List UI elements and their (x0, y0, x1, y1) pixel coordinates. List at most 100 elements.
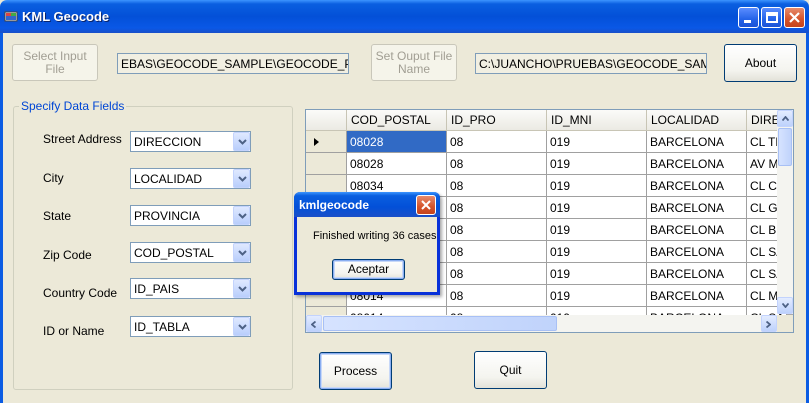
table-cell[interactable]: 08 (447, 153, 547, 175)
table-cell[interactable]: 019 (547, 197, 647, 219)
table-cell[interactable]: 08 (447, 285, 547, 307)
maximize-button[interactable] (761, 7, 782, 28)
table-cell[interactable]: 019 (547, 131, 647, 153)
dropdown-button[interactable] (233, 279, 250, 298)
message-dialog: kmlgeocode Finished writing 36 cases Ace… (294, 192, 440, 295)
minimize-button[interactable] (738, 7, 759, 28)
table-cell[interactable]: BARCELONA (647, 263, 747, 285)
table-cell[interactable]: BARCELONA (647, 175, 747, 197)
column-header[interactable]: ID_MNI (547, 110, 647, 131)
dialog-close-button[interactable] (416, 195, 436, 215)
scroll-left-button[interactable] (306, 315, 322, 332)
city-label: City (43, 171, 64, 185)
table-cell[interactable]: 019 (547, 175, 647, 197)
close-icon (789, 12, 800, 23)
dialog-title-bar[interactable]: kmlgeocode (294, 192, 440, 217)
chevron-up-icon (782, 116, 789, 121)
header-corner (306, 110, 347, 131)
table-cell[interactable]: BARCELONA (647, 241, 747, 263)
chevron-down-icon (238, 324, 247, 330)
table-cell[interactable]: BARCELONA (647, 285, 747, 307)
minimize-icon (744, 20, 751, 23)
app-icon (4, 11, 18, 22)
dropdown-button[interactable] (233, 206, 250, 225)
quit-button[interactable]: Quit (474, 351, 547, 389)
table-cell[interactable]: 08 (447, 131, 547, 153)
table-cell[interactable]: 08 (447, 241, 547, 263)
table-cell[interactable]: BARCELONA (647, 153, 747, 175)
group-title: Specify Data Fields (19, 99, 127, 113)
horizontal-scrollbar[interactable] (306, 315, 777, 332)
table-cell[interactable]: 08 (447, 197, 547, 219)
table-cell[interactable]: 019 (547, 285, 647, 307)
zip-code-label: Zip Code (43, 248, 92, 262)
table-cell[interactable]: 019 (547, 241, 647, 263)
title-bar[interactable]: KML Geocode (0, 0, 809, 33)
close-icon (421, 200, 431, 210)
dropdown-button[interactable] (233, 317, 250, 336)
row-header[interactable] (306, 131, 347, 153)
table-cell[interactable]: 08 (447, 175, 547, 197)
vertical-scrollbar[interactable] (777, 110, 793, 314)
column-header[interactable]: COD_POSTAL (347, 110, 447, 131)
grid-header: COD_POSTAL ID_PRO ID_MNI LOCALIDAD DIRE (306, 110, 787, 131)
table-row[interactable]: 08028 08 019 BARCELONA AV M (306, 153, 787, 175)
column-header[interactable]: ID_PRO (447, 110, 547, 131)
chevron-down-icon (782, 303, 789, 308)
table-row[interactable]: 08028 08 019 BARCELONA CL TR (306, 131, 787, 153)
street-address-label: Street Address (43, 132, 122, 146)
state-label: State (43, 209, 72, 223)
table-cell[interactable]: 08028 (347, 153, 447, 175)
id-or-name-combo[interactable]: ID_TABLA (130, 316, 251, 337)
table-cell[interactable]: 019 (547, 153, 647, 175)
table-cell[interactable]: BARCELONA (647, 219, 747, 241)
table-cell[interactable]: BARCELONA (647, 131, 747, 153)
process-button[interactable]: Process (319, 352, 392, 390)
street-address-combo[interactable]: DIRECCION (130, 131, 251, 152)
table-cell[interactable]: 08028 (347, 131, 447, 153)
input-file-path: EBAS\GEOCODE_SAMPLE\GEOCODE_P.xls (117, 53, 349, 74)
country-code-combo[interactable]: ID_PAIS (130, 278, 251, 299)
chevron-down-icon (238, 250, 247, 256)
chevron-right-icon (766, 321, 771, 328)
table-cell[interactable]: 08 (447, 263, 547, 285)
about-button[interactable]: About (724, 44, 797, 82)
maximize-icon (766, 12, 778, 23)
horizontal-scroll-thumb[interactable] (323, 316, 557, 331)
window-title: KML Geocode (22, 9, 110, 24)
table-cell[interactable]: 08 (447, 219, 547, 241)
city-combo[interactable]: LOCALIDAD (130, 168, 251, 189)
dropdown-button[interactable] (233, 132, 250, 151)
row-header[interactable] (306, 153, 347, 175)
current-row-icon (314, 138, 319, 146)
chevron-down-icon (238, 286, 247, 292)
table-cell[interactable]: BARCELONA (647, 197, 747, 219)
select-input-file-button[interactable]: Select Input File (12, 44, 98, 81)
dropdown-button[interactable] (233, 169, 250, 188)
scroll-down-button[interactable] (777, 297, 793, 314)
table-cell[interactable]: 019 (547, 263, 647, 285)
combo-value: ID_PAIS (134, 282, 180, 296)
close-button[interactable] (784, 7, 805, 28)
state-combo[interactable]: PROVINCIA (130, 205, 251, 226)
zip-code-combo[interactable]: COD_POSTAL (130, 242, 251, 263)
table-cell[interactable]: 019 (547, 219, 647, 241)
column-header[interactable]: LOCALIDAD (647, 110, 747, 131)
combo-value: COD_POSTAL (134, 246, 214, 260)
scroll-right-button[interactable] (761, 315, 777, 332)
ok-button[interactable]: Aceptar (332, 259, 405, 280)
combo-value: ID_TABLA (134, 320, 190, 334)
combo-value: LOCALIDAD (134, 172, 203, 186)
combo-value: DIRECCION (134, 135, 202, 149)
dropdown-button[interactable] (233, 243, 250, 262)
scrollbar-corner (777, 315, 793, 332)
vertical-scroll-thumb[interactable] (778, 128, 792, 166)
chevron-down-icon (238, 139, 247, 145)
set-output-file-button[interactable]: Set Ouput File Name (371, 44, 457, 81)
scroll-up-button[interactable] (777, 110, 793, 127)
output-file-path: C:\JUANCHO\PRUEBAS\GEOCODE_SAMPL (475, 53, 707, 74)
id-or-name-label: ID or Name (43, 324, 105, 338)
country-code-label: Country Code (43, 286, 118, 300)
dialog-message: Finished writing 36 cases (313, 230, 437, 242)
dialog-title: kmlgeocode (299, 198, 370, 212)
